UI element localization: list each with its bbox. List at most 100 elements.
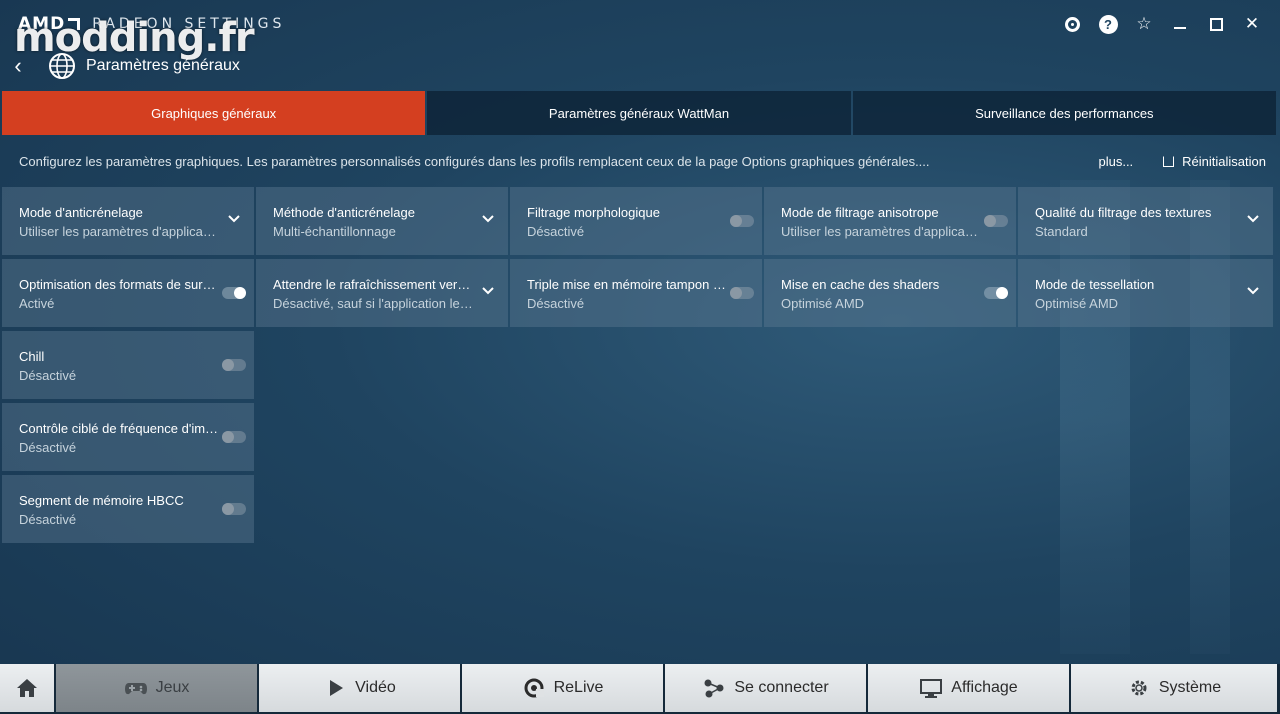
maximize-icon xyxy=(1209,17,1223,31)
toggle-switch[interactable] xyxy=(222,503,246,515)
setting-value: Utiliser les paramètres d'application xyxy=(781,224,981,239)
setting-value: Désactivé xyxy=(19,368,77,383)
tab-graphiques-generaux[interactable]: Graphiques généraux xyxy=(2,91,426,135)
monitor-icon xyxy=(920,679,943,698)
chevron-down-icon xyxy=(482,287,494,295)
reset-button[interactable]: Réinitialisation xyxy=(1163,154,1266,169)
nav-home[interactable] xyxy=(0,664,54,712)
back-button[interactable]: ‹ xyxy=(0,53,36,79)
help-icon: ? xyxy=(1098,14,1118,34)
setting-anisotropic-filtering-mode[interactable]: Mode de filtrage anisotrope Utiliser les… xyxy=(764,187,1016,255)
chevron-down-icon xyxy=(228,215,240,223)
toggle-knob xyxy=(730,287,742,299)
reset-icon xyxy=(1163,155,1175,167)
window-controls: ? ☆ ✕ xyxy=(1054,12,1270,36)
setting-morphological-filtering[interactable]: Filtrage morphologique Désactivé xyxy=(510,187,762,255)
help-button[interactable]: ? xyxy=(1090,12,1126,36)
nav-relive[interactable]: ReLive xyxy=(462,664,663,712)
maximize-button[interactable] xyxy=(1198,12,1234,36)
setting-title: Filtrage morphologique xyxy=(527,205,660,220)
setting-value: Optimisé AMD xyxy=(781,296,865,311)
nav-affichage[interactable]: Affichage xyxy=(868,664,1069,712)
setting-texture-filtering-quality[interactable]: Qualité du filtrage des textures Standar… xyxy=(1018,187,1273,255)
setting-vertical-refresh[interactable]: Attendre le rafraîchissement vertical Dé… xyxy=(256,259,508,327)
setting-title: Méthode d'anticrénelage xyxy=(273,205,415,220)
setting-value: Désactivé xyxy=(527,296,585,311)
chevron-down-icon xyxy=(1247,215,1259,223)
nav-systeme[interactable]: Système xyxy=(1071,664,1277,712)
gamepad-icon xyxy=(124,683,147,695)
nav-se-connecter[interactable]: Se connecter xyxy=(665,664,866,712)
setting-title: Mode de tessellation xyxy=(1035,277,1155,292)
toggle-switch[interactable] xyxy=(730,287,754,299)
close-icon: ✕ xyxy=(1244,14,1260,33)
chevron-down-icon xyxy=(1247,287,1259,295)
toggle-knob xyxy=(730,215,742,227)
reset-label: Réinitialisation xyxy=(1182,153,1266,169)
toggle-switch[interactable] xyxy=(984,287,1008,299)
minimize-button[interactable] xyxy=(1162,12,1198,36)
setting-triple-buffering[interactable]: Triple mise en mémoire tampon d'... Désa… xyxy=(510,259,762,327)
setting-title: Optimisation des formats de surface xyxy=(19,277,219,292)
bottom-navigation: Jeux Vidéo ReLive Se connecter Affichage xyxy=(0,664,1280,714)
setting-title: Mise en cache des shaders xyxy=(781,277,940,292)
setting-title: Qualité du filtrage des textures xyxy=(1035,205,1212,220)
update-icon xyxy=(1064,16,1080,32)
update-button[interactable] xyxy=(1054,12,1090,36)
nav-label: Affichage xyxy=(951,679,1018,696)
setting-value: Désactivé, sauf si l'application le s... xyxy=(273,296,473,311)
page-header: ‹ Paramètres généraux xyxy=(0,48,600,84)
tab-surveillance-performances[interactable]: Surveillance des performances xyxy=(852,91,1276,135)
setting-title: Contrôle ciblé de fréquence d'image xyxy=(19,421,219,436)
setting-value: Multi-échantillonnage xyxy=(273,224,396,239)
tab-wattman[interactable]: Paramètres généraux WattMan xyxy=(427,91,851,135)
chevron-left-icon: ‹ xyxy=(14,53,22,78)
more-link[interactable]: plus... xyxy=(1098,154,1133,169)
star-icon: ☆ xyxy=(1136,14,1152,33)
play-icon xyxy=(330,680,344,696)
description-row: Configurez les paramètres graphiques. Le… xyxy=(0,142,1280,180)
close-button[interactable]: ✕ xyxy=(1234,12,1270,36)
setting-title: Segment de mémoire HBCC xyxy=(19,493,184,508)
title-bar: AMD RADEON SETTINGS modding.fr ? ☆ ✕ xyxy=(0,0,1280,58)
setting-tessellation-mode[interactable]: Mode de tessellation Optimisé AMD xyxy=(1018,259,1273,327)
toggle-switch[interactable] xyxy=(222,359,246,371)
setting-title: Mode d'anticrénelage xyxy=(19,205,143,220)
tab-bar: Graphiques généraux Paramètres généraux … xyxy=(2,91,1276,135)
setting-antialiasing-method[interactable]: Méthode d'anticrénelage Multi-échantillo… xyxy=(256,187,508,255)
toggle-knob xyxy=(996,287,1008,299)
toggle-knob xyxy=(234,287,246,299)
globe-icon xyxy=(49,53,75,79)
nav-video[interactable]: Vidéo xyxy=(259,664,460,712)
toggle-knob xyxy=(222,503,234,515)
setting-value: Standard xyxy=(1035,224,1088,239)
setting-value: Activé xyxy=(19,296,55,311)
toggle-switch[interactable] xyxy=(222,431,246,443)
toggle-switch[interactable] xyxy=(984,215,1008,227)
description-text: Configurez les paramètres graphiques. Le… xyxy=(19,153,930,169)
toggle-switch[interactable] xyxy=(730,215,754,227)
gear-icon xyxy=(1131,680,1147,696)
nav-label: Se connecter xyxy=(734,679,829,696)
setting-value: Désactivé xyxy=(19,440,77,455)
setting-value: Optimisé AMD xyxy=(1035,296,1119,311)
setting-title: Attendre le rafraîchissement vertical xyxy=(273,277,473,292)
minimize-icon xyxy=(1174,27,1186,29)
nav-label: ReLive xyxy=(553,679,604,696)
favorite-button[interactable]: ☆ xyxy=(1126,12,1162,36)
chevron-down-icon xyxy=(482,215,494,223)
toggle-switch[interactable] xyxy=(222,287,246,299)
toggle-knob xyxy=(222,431,234,443)
setting-hbcc-memory-segment[interactable]: Segment de mémoire HBCC Désactivé xyxy=(2,475,254,543)
home-icon xyxy=(17,679,37,697)
nav-label: Vidéo xyxy=(355,679,396,696)
setting-chill[interactable]: Chill Désactivé xyxy=(2,331,254,399)
setting-value: Désactivé xyxy=(19,512,77,527)
setting-antialiasing-mode[interactable]: Mode d'anticrénelage Utiliser les paramè… xyxy=(2,187,254,255)
nav-jeux[interactable]: Jeux xyxy=(56,664,257,712)
setting-surface-format-optimization[interactable]: Optimisation des formats de surface Acti… xyxy=(2,259,254,327)
nav-label: Jeux xyxy=(155,679,190,696)
setting-frame-rate-target-control[interactable]: Contrôle ciblé de fréquence d'image Désa… xyxy=(2,403,254,471)
setting-shader-cache[interactable]: Mise en cache des shaders Optimisé AMD xyxy=(764,259,1016,327)
setting-title: Chill xyxy=(19,349,45,364)
